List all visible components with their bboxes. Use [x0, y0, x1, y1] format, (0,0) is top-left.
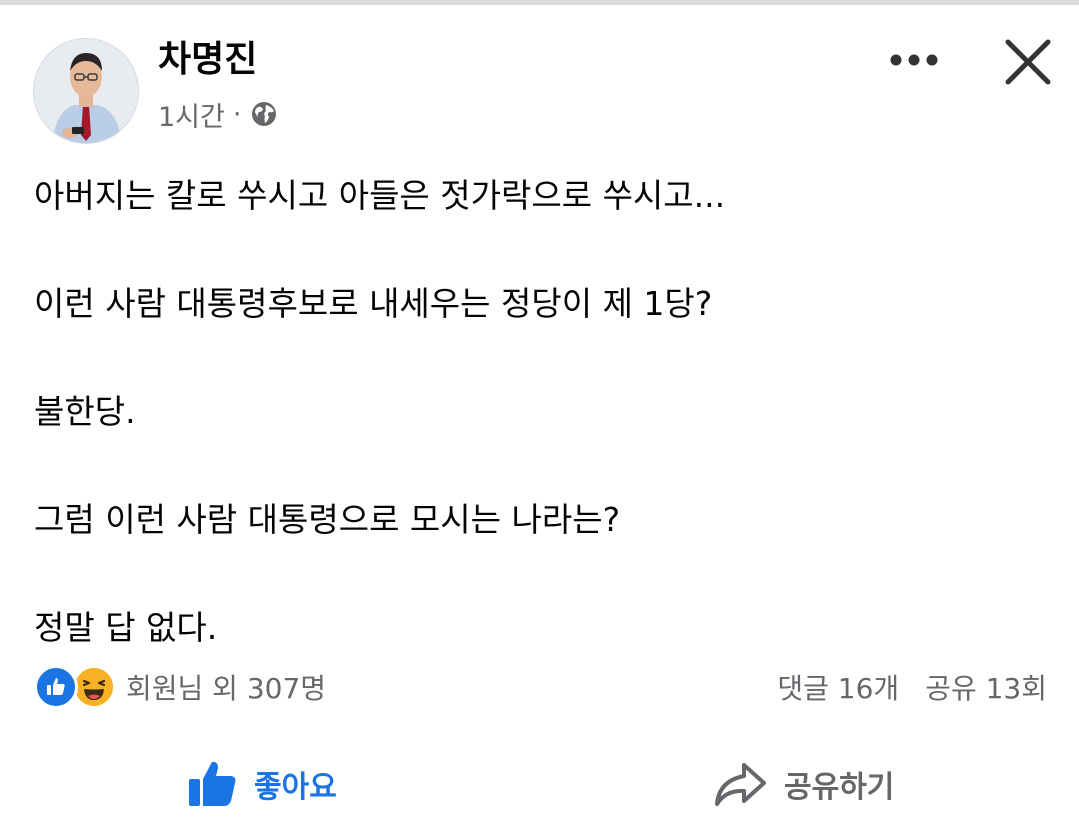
top-divider: [0, 0, 1079, 5]
more-options-icon: [890, 54, 938, 66]
author-name[interactable]: 차명진: [158, 38, 257, 82]
like-reaction-icon: [34, 665, 78, 709]
post-paragraph: 불한당.: [34, 392, 136, 431]
share-label: 공유하기: [784, 770, 895, 805]
reactions-summary[interactable]: 회원님 외 307명: [34, 662, 326, 712]
post-time[interactable]: 1시간: [158, 95, 225, 134]
post-actions: 좋아요 공유하기: [0, 742, 1079, 826]
meta-separator: ·: [232, 98, 242, 130]
comment-count[interactable]: 댓글 16개: [777, 667, 899, 707]
post-page: 차명진 1시간 · 아버지는 칼로 쑤시고 아들은 젓가락으로 쑤시고... 이…: [0, 0, 1079, 829]
share-count[interactable]: 공유 13회: [925, 667, 1047, 707]
share-button[interactable]: 공유하기: [712, 742, 894, 826]
post-body: 아버지는 칼로 쑤시고 아들은 젓가락으로 쑤시고... 이런 사람 대통령후보…: [34, 168, 1044, 708]
thumbs-up-icon: [189, 761, 236, 806]
more-options-button[interactable]: [884, 40, 944, 80]
share-arrow-icon: [715, 763, 766, 806]
post-paragraph: 그럼 이런 사람 대통령으로 모시는 나라는?: [34, 500, 621, 539]
post-paragraph: 정말 답 없다.: [34, 608, 218, 647]
close-icon: [1005, 39, 1051, 85]
post-paragraph: 이런 사람 대통령후보로 내세우는 정당이 제 1당?: [34, 284, 713, 323]
like-button[interactable]: 좋아요: [186, 742, 337, 826]
close-button[interactable]: [998, 32, 1058, 92]
post-meta: 1시간 ·: [158, 95, 279, 134]
haha-reaction-icon: [72, 665, 116, 709]
avatar[interactable]: [33, 38, 139, 144]
like-label: 좋아요: [254, 770, 337, 805]
globe-icon[interactable]: [249, 99, 279, 129]
reaction-count: 회원님 외 307명: [126, 672, 327, 705]
post-paragraph: 아버지는 칼로 쑤시고 아들은 젓가락으로 쑤시고...: [34, 176, 726, 215]
profile-photo: [34, 39, 138, 143]
post-stats: 댓글 16개 공유 13회: [777, 662, 1047, 712]
